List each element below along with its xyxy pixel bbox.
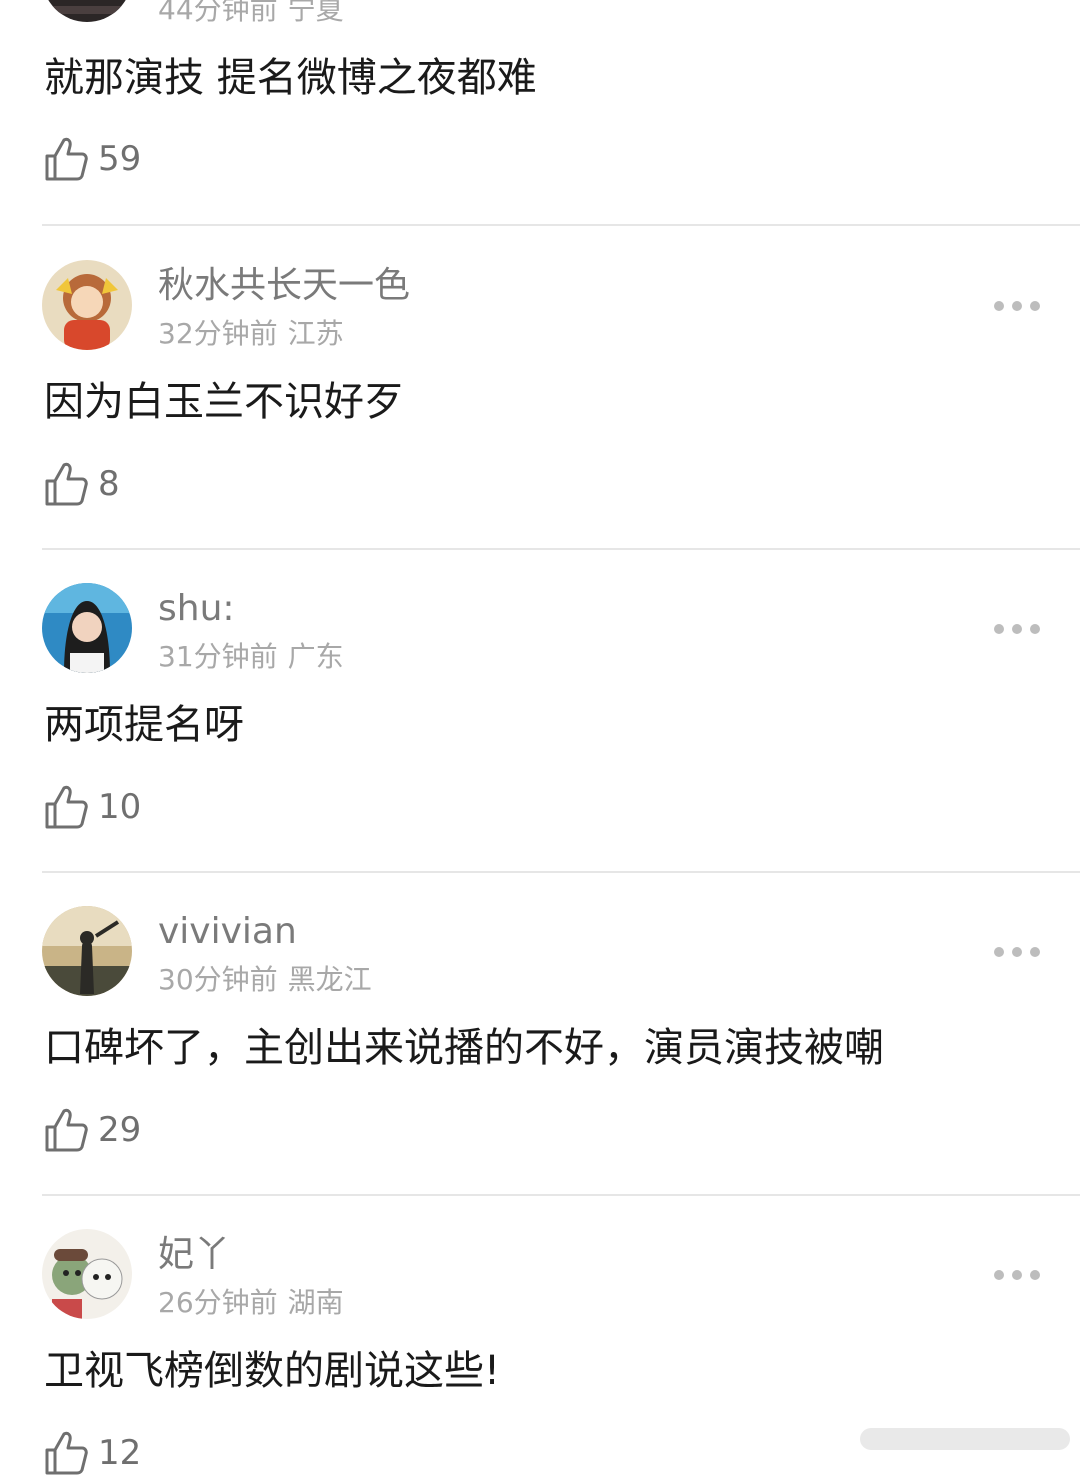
comment-region: 宁夏: [287, 0, 344, 26]
comment-text: 因为白玉兰不识好歹: [44, 379, 404, 425]
more-dots-icon[interactable]: [994, 945, 1040, 959]
avatar[interactable]: [42, 0, 132, 22]
thumbs-up-icon: [45, 1108, 88, 1152]
more-dots-icon[interactable]: [994, 299, 1040, 313]
comment-text: 卫视飞榜倒数的剧说这些!: [44, 1348, 501, 1394]
thumbs-up-icon: [45, 137, 88, 181]
comment-text: 口碑坏了，主创出来说播的不好，演员演技被嘲: [44, 1025, 884, 1071]
avatar[interactable]: [42, 906, 132, 996]
more-dots-icon[interactable]: [994, 1268, 1040, 1282]
comment-text: 就那演技 提名微博之夜都难: [44, 55, 537, 101]
comment-feed: 44分钟前 宁夏 就那演技 提名微博之夜都难 59 秋水共长天一色 32分钟前 江苏: [0, 0, 1080, 1475]
comment-item: 44分钟前 宁夏 就那演技 提名微博之夜都难 59: [0, 0, 1080, 226]
comment-item: 妃丫 26分钟前 湖南 卫视飞榜倒数的剧说这些! 12: [0, 1195, 1080, 1475]
username[interactable]: 妃丫: [158, 1233, 230, 1277]
username[interactable]: vivivian: [158, 910, 297, 954]
avatar[interactable]: [42, 1229, 132, 1319]
comment-region: 湖南: [287, 1286, 344, 1319]
comment-item: shu: 31分钟前 广东 两项提名呀 10: [0, 549, 1080, 873]
comment-time: 30分钟前: [158, 963, 278, 996]
like-count: 12: [98, 1433, 142, 1473]
home-indicator[interactable]: [860, 1428, 1070, 1450]
comment-item: 秋水共长天一色 32分钟前 江苏 因为白玉兰不识好歹 8: [0, 226, 1080, 550]
thumbs-up-icon: [45, 1431, 88, 1475]
comment-meta: 44分钟前 宁夏: [158, 0, 344, 28]
comment-time: 44分钟前: [158, 0, 278, 26]
like-count: 8: [98, 464, 120, 504]
comment-meta: 26分钟前 湖南: [158, 1285, 344, 1321]
comment-time: 26分钟前: [158, 1286, 278, 1319]
like-count: 10: [98, 787, 142, 827]
comment-meta: 31分钟前 广东: [158, 639, 344, 675]
more-dots-icon[interactable]: [994, 622, 1040, 636]
like-count: 29: [98, 1110, 142, 1150]
comment-region: 江苏: [287, 317, 344, 350]
comment-text: 两项提名呀: [44, 702, 244, 748]
comment-meta: 30分钟前 黑龙江: [158, 962, 372, 998]
username[interactable]: 秋水共长天一色: [158, 264, 410, 308]
comment-time: 32分钟前: [158, 317, 278, 350]
comment-meta: 32分钟前 江苏: [158, 316, 344, 352]
username[interactable]: shu:: [158, 587, 235, 631]
avatar[interactable]: [42, 260, 132, 350]
comment-item: vivivian 30分钟前 黑龙江 口碑坏了，主创出来说播的不好，演员演技被嘲 …: [0, 872, 1080, 1196]
comment-time: 31分钟前: [158, 640, 278, 673]
comment-region: 黑龙江: [287, 963, 372, 996]
avatar[interactable]: [42, 583, 132, 673]
comment-region: 广东: [287, 640, 344, 673]
thumbs-up-icon: [45, 785, 88, 829]
thumbs-up-icon: [45, 462, 88, 506]
like-count: 59: [98, 139, 142, 179]
